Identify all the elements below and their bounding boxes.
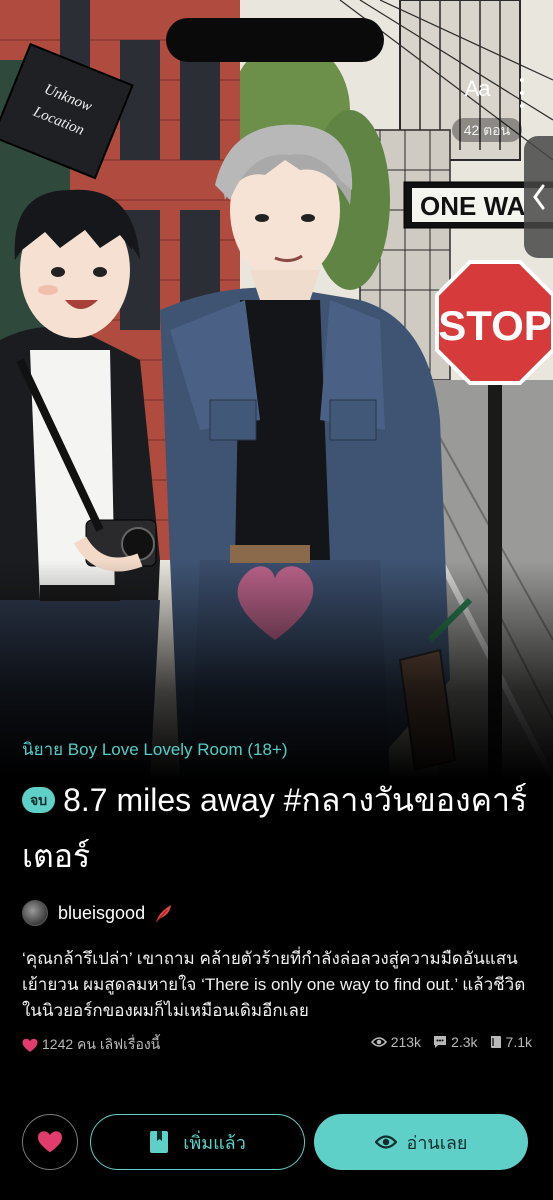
bookmark-book-icon bbox=[150, 1131, 169, 1153]
read-now-button[interactable]: อ่านเลย bbox=[314, 1114, 528, 1170]
counts-group: 213k 2.3k 7.1k bbox=[359, 1034, 532, 1050]
chapters-stat: 7.1k bbox=[490, 1034, 532, 1050]
side-panel-toggle[interactable] bbox=[524, 136, 553, 258]
comments-count: 2.3k bbox=[451, 1034, 478, 1050]
heart-icon bbox=[22, 1038, 38, 1052]
read-button-label: อ่านเลย bbox=[406, 1132, 468, 1153]
comments-stat: 2.3k bbox=[433, 1034, 478, 1050]
book-category[interactable]: นิยาย Boy Love Lovely Room (18+) bbox=[22, 736, 288, 763]
chevron-left-icon bbox=[532, 184, 544, 210]
eye-icon bbox=[370, 1037, 387, 1047]
svg-text:STOP: STOP bbox=[438, 302, 552, 349]
likes-stat: 1242 คน เลิฟเรื่องนี้ bbox=[22, 1034, 160, 1056]
stats-row: 1242 คน เลิฟเรื่องนี้ 213k 2.3k 7.1k bbox=[22, 1034, 532, 1056]
library-button-label: เพิ่มแล้ว bbox=[183, 1132, 246, 1153]
eye-icon bbox=[374, 1135, 397, 1149]
author-row[interactable]: blueisgood bbox=[22, 898, 175, 928]
font-size-label: Aa bbox=[464, 76, 491, 101]
status-badge: จบ bbox=[22, 787, 56, 813]
more-options-icon[interactable] bbox=[518, 78, 526, 108]
cover-image: Unknow Location ONE WA STOP bbox=[0, 0, 553, 780]
book-title: 8.7 miles away #กลางวันของคาร์เตอร์ bbox=[22, 782, 528, 874]
feather-icon bbox=[155, 905, 172, 923]
favorite-button[interactable] bbox=[22, 1114, 78, 1170]
views-stat: 213k bbox=[370, 1034, 422, 1050]
likes-text: 1242 คน เลิฟเรื่องนี้ bbox=[42, 1036, 161, 1052]
author-name[interactable]: blueisgood bbox=[58, 903, 145, 924]
views-count: 213k bbox=[390, 1034, 422, 1050]
comment-icon bbox=[434, 1036, 447, 1048]
book-synopsis: ‘คุณกล้ารึเปล่า’ เขาถาม คล้ายตัวร้ายที่ก… bbox=[22, 949, 526, 1020]
episode-count: 42 ตอน bbox=[452, 118, 522, 142]
heart-icon bbox=[38, 1131, 62, 1153]
avatar[interactable] bbox=[22, 900, 48, 926]
camera-notch bbox=[166, 18, 384, 62]
chapters-count: 7.1k bbox=[505, 1034, 532, 1050]
book-icon bbox=[490, 1036, 501, 1048]
font-size-button[interactable]: Aa bbox=[452, 76, 502, 102]
book-title-row: จบ 8.7 miles away #กลางวันของคาร์เตอร์ bbox=[22, 772, 532, 884]
sign-oneway-text: ONE WA bbox=[420, 191, 526, 221]
add-to-library-button[interactable]: เพิ่มแล้ว bbox=[90, 1114, 305, 1170]
